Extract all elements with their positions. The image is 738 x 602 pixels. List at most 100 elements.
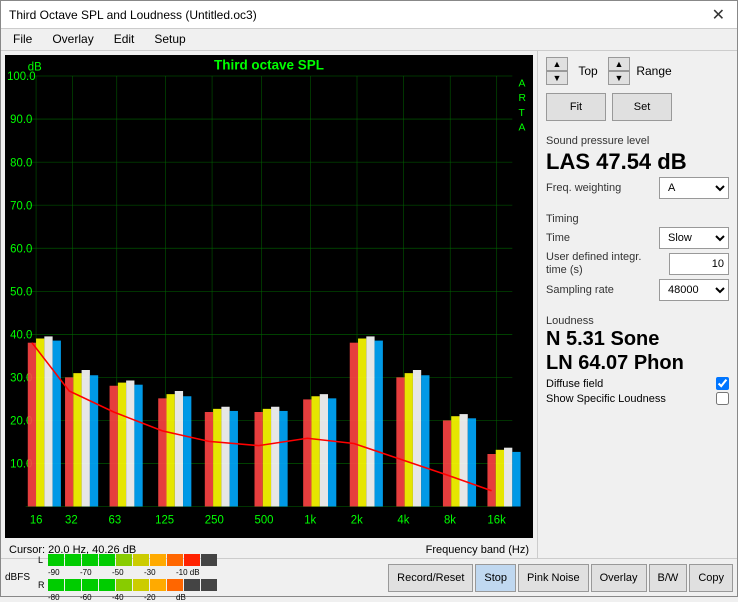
meter-seg bbox=[65, 554, 81, 566]
svg-text:4k: 4k bbox=[397, 514, 409, 526]
overlay-btn[interactable]: Overlay bbox=[591, 564, 647, 592]
time-label: Time bbox=[546, 232, 570, 244]
meter-seg bbox=[99, 579, 115, 591]
menu-file[interactable]: File bbox=[9, 32, 36, 47]
sampling-rate-label: Sampling rate bbox=[546, 284, 614, 296]
freq-weighting-select[interactable]: A C Z bbox=[659, 177, 729, 199]
svg-text:80.0: 80.0 bbox=[10, 157, 32, 169]
meter-seg bbox=[167, 554, 183, 566]
svg-text:dB: dB bbox=[28, 62, 42, 74]
svg-text:40.0: 40.0 bbox=[10, 329, 32, 341]
meter-seg bbox=[65, 579, 81, 591]
svg-text:32: 32 bbox=[65, 514, 78, 526]
svg-text:A: A bbox=[519, 78, 526, 89]
svg-text:1k: 1k bbox=[304, 514, 316, 526]
svg-text:125: 125 bbox=[155, 514, 174, 526]
record-reset-btn[interactable]: Record/Reset bbox=[388, 564, 473, 592]
loudness-n-value: N 5.31 Sone bbox=[546, 327, 729, 351]
right-panel: ▲ ▼ Top ▲ ▼ Range Fit Set Sound pressure… bbox=[537, 51, 737, 558]
menu-overlay[interactable]: Overlay bbox=[48, 32, 97, 47]
freq-weighting-label: Freq. weighting bbox=[546, 182, 621, 194]
top-label: Top bbox=[574, 64, 602, 78]
menu-bar: File Overlay Edit Setup bbox=[1, 29, 737, 51]
spl-section: Sound pressure level LAS 47.54 dB Freq. … bbox=[546, 131, 729, 201]
svg-text:250: 250 bbox=[205, 514, 224, 526]
diffuse-field-checkbox[interactable] bbox=[716, 377, 729, 390]
loudness-section: Loudness N 5.31 Sone LN 64.07 Phon Diffu… bbox=[546, 311, 729, 407]
svg-text:8k: 8k bbox=[444, 514, 456, 526]
r-label: R bbox=[38, 580, 48, 590]
range-label: Range bbox=[636, 64, 672, 78]
stop-btn[interactable]: Stop bbox=[475, 564, 516, 592]
svg-text:16: 16 bbox=[30, 514, 43, 526]
meter-seg bbox=[82, 579, 98, 591]
svg-text:63: 63 bbox=[109, 514, 122, 526]
meter-seg bbox=[150, 554, 166, 566]
timing-section-label: Timing bbox=[546, 213, 729, 225]
svg-text:R: R bbox=[519, 93, 527, 104]
close-button[interactable]: ✕ bbox=[708, 5, 729, 25]
svg-text:90.0: 90.0 bbox=[10, 114, 32, 126]
user-integr-input[interactable]: 10 bbox=[669, 253, 729, 275]
range-down-btn[interactable]: ▼ bbox=[608, 71, 630, 85]
timing-section: Timing Time Slow Fast Impulse Leq User d… bbox=[546, 209, 729, 303]
meter-seg bbox=[133, 554, 149, 566]
spl-section-label: Sound pressure level bbox=[546, 135, 729, 147]
meter-seg bbox=[150, 579, 166, 591]
meter-seg bbox=[48, 579, 64, 591]
sampling-rate-row: Sampling rate 44100 48000 96000 bbox=[546, 279, 729, 301]
meter-seg bbox=[116, 579, 132, 591]
svg-text:500: 500 bbox=[255, 514, 274, 526]
svg-text:16k: 16k bbox=[487, 514, 506, 526]
fit-btn[interactable]: Fit bbox=[546, 93, 606, 121]
chart-area: 100.0 90.0 80.0 70.0 60.0 50.0 40.0 30.0… bbox=[5, 55, 533, 538]
copy-btn[interactable]: Copy bbox=[689, 564, 733, 592]
bw-btn[interactable]: B/W bbox=[649, 564, 688, 592]
meter-seg bbox=[201, 579, 217, 591]
menu-setup[interactable]: Setup bbox=[150, 32, 189, 47]
meter-seg bbox=[99, 554, 115, 566]
sampling-rate-select[interactable]: 44100 48000 96000 bbox=[659, 279, 729, 301]
pink-noise-btn[interactable]: Pink Noise bbox=[518, 564, 589, 592]
range-up-btn[interactable]: ▲ bbox=[608, 57, 630, 71]
svg-text:70.0: 70.0 bbox=[10, 200, 32, 212]
meter-seg bbox=[116, 554, 132, 566]
main-content: 100.0 90.0 80.0 70.0 60.0 50.0 40.0 30.0… bbox=[1, 51, 737, 558]
svg-text:50.0: 50.0 bbox=[10, 286, 32, 298]
show-specific-row: Show Specific Loudness bbox=[546, 392, 729, 405]
svg-text:A: A bbox=[519, 123, 526, 134]
set-btn[interactable]: Set bbox=[612, 93, 672, 121]
l-label: L bbox=[38, 555, 48, 565]
user-integr-label: User defined integr. time (s) bbox=[546, 251, 646, 277]
meter-seg bbox=[184, 554, 200, 566]
diffuse-field-row: Diffuse field bbox=[546, 377, 729, 390]
freq-band-label: Frequency band (Hz) bbox=[426, 544, 529, 556]
loudness-section-label: Loudness bbox=[546, 315, 729, 327]
dbfs-label: dBFS bbox=[5, 572, 30, 583]
title-bar: Third Octave SPL and Loudness (Untitled.… bbox=[1, 1, 737, 29]
svg-text:Third octave SPL: Third octave SPL bbox=[214, 58, 324, 73]
loudness-ln-value: LN 64.07 Phon bbox=[546, 351, 729, 375]
meter-seg bbox=[184, 579, 200, 591]
menu-edit[interactable]: Edit bbox=[110, 32, 139, 47]
top-down-btn[interactable]: ▼ bbox=[546, 71, 568, 85]
svg-text:T: T bbox=[519, 108, 526, 119]
meter-seg bbox=[82, 554, 98, 566]
bottom-bar: dBFS L bbox=[1, 558, 737, 596]
top-up-btn[interactable]: ▲ bbox=[546, 57, 568, 71]
svg-text:60.0: 60.0 bbox=[10, 243, 32, 255]
svg-text:2k: 2k bbox=[351, 514, 363, 526]
show-specific-label: Show Specific Loudness bbox=[546, 393, 666, 405]
freq-weighting-row: Freq. weighting A C Z bbox=[546, 177, 729, 199]
meter-seg bbox=[133, 579, 149, 591]
spl-value: LAS 47.54 dB bbox=[546, 149, 729, 175]
meter-seg bbox=[48, 554, 64, 566]
show-specific-checkbox[interactable] bbox=[716, 392, 729, 405]
time-row: Time Slow Fast Impulse Leq bbox=[546, 227, 729, 249]
user-integr-row: User defined integr. time (s) 10 bbox=[546, 251, 729, 277]
main-window: Third Octave SPL and Loudness (Untitled.… bbox=[0, 0, 738, 597]
window-title: Third Octave SPL and Loudness (Untitled.… bbox=[9, 8, 257, 22]
meter-seg bbox=[201, 554, 217, 566]
time-select[interactable]: Slow Fast Impulse Leq bbox=[659, 227, 729, 249]
diffuse-field-label: Diffuse field bbox=[546, 378, 603, 390]
